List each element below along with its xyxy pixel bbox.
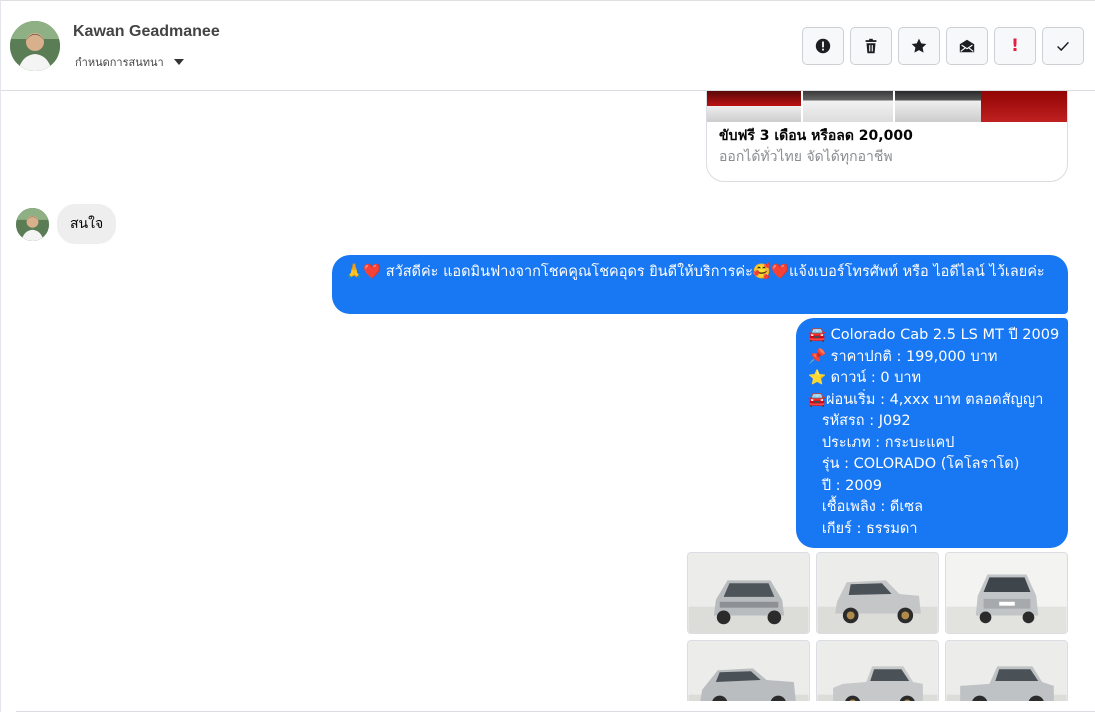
details-line: 📌 ราคาปกติ : 199,000 บาท	[808, 348, 998, 365]
details-line: ปี : 2009	[808, 477, 883, 494]
star-icon	[911, 38, 927, 53]
car-photo[interactable]	[945, 640, 1068, 701]
details-line: รุ่น : COLORADO (โคโลราโด)	[808, 456, 1020, 472]
details-line: 🚘 Colorado Cab 2.5 LS MT ปี 2009	[808, 327, 1060, 343]
report-button[interactable]	[802, 27, 844, 65]
outgoing-greeting-bubble[interactable]: 🙏❤️ สวัสดีค่ะ แอดมินฟางจากโชคคูณโชคอุดร …	[332, 255, 1068, 314]
sender-avatar	[16, 207, 49, 241]
mark-unread-button[interactable]	[946, 27, 988, 65]
details-line: ประเภท : กระบะแคป	[808, 434, 955, 451]
details-line: เกียร์ : ธรรมดา	[808, 520, 918, 537]
link-preview-card[interactable]: ขับฟรี 3 เดือน หรือลด 20,000 ออกได้ทั่วไ…	[706, 91, 1068, 182]
details-line: เชื้อเพลิง : ดีเซล	[808, 499, 924, 515]
car-photo[interactable]	[687, 640, 810, 701]
assign-conversation-dropdown[interactable]: กำหนดการสนทนา	[75, 53, 184, 71]
details-line: ⭐ ดาวน์ : 0 บาท	[808, 370, 922, 386]
link-preview-image	[707, 91, 1067, 122]
car-photo[interactable]	[687, 552, 810, 634]
details-line: รหัสรถ : J092	[808, 413, 911, 429]
alert-circle-icon	[815, 38, 831, 54]
outgoing-details-bubble[interactable]: 🚘 Colorado Cab 2.5 LS MT ปี 2009 📌 ราคาปก…	[796, 318, 1068, 548]
important-button[interactable]: !	[994, 27, 1036, 65]
envelope-icon	[959, 39, 975, 53]
star-button[interactable]	[898, 27, 940, 65]
check-icon	[1057, 41, 1069, 52]
assign-label: กำหนดการสนทนา	[75, 56, 164, 69]
incoming-message-bubble[interactable]: สนใจ	[57, 204, 117, 244]
avatar[interactable]	[10, 21, 60, 71]
trash-icon	[865, 38, 877, 54]
link-preview-title: ขับฟรี 3 เดือน หรือลด 20,000	[719, 128, 913, 144]
done-button[interactable]	[1042, 27, 1084, 65]
header-actions: !	[802, 27, 1084, 65]
delete-button[interactable]	[850, 27, 892, 65]
incoming-message-row: สนใจ	[16, 204, 117, 244]
contact-name[interactable]: Kawan Geadmanee	[73, 23, 220, 41]
inbox-conversation: Kawan Geadmanee กำหนดการสนทนา ! ขับฟรี 3…	[0, 0, 1095, 712]
car-photo[interactable]	[945, 552, 1068, 634]
exclamation-icon: !	[1011, 36, 1019, 56]
car-photo[interactable]	[816, 640, 939, 701]
link-preview-subtitle: ออกได้ทั่วไทย จัดได้ทุกอาชีพ	[719, 149, 893, 165]
details-line: 🚘ผ่อนเริ่ม : 4,xxx บาท ตลอดสัญญา	[808, 391, 1044, 408]
message-thread[interactable]: ขับฟรี 3 เดือน หรือลด 20,000 ออกได้ทั่วไ…	[1, 91, 1095, 701]
conversation-header: Kawan Geadmanee กำหนดการสนทนา !	[1, 1, 1095, 91]
chevron-down-icon	[173, 59, 184, 65]
car-photo[interactable]	[816, 552, 939, 634]
photo-attachments	[687, 552, 1068, 701]
